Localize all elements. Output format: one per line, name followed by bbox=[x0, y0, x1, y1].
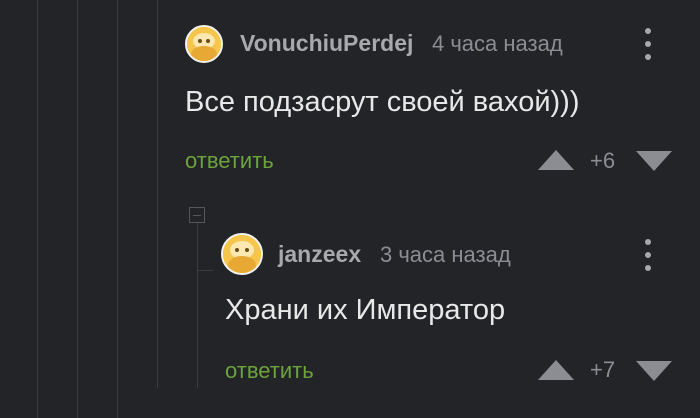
triangle-up-icon[interactable] bbox=[538, 360, 574, 380]
triangle-up-icon[interactable] bbox=[538, 150, 574, 170]
comment-timestamp: 4 часа назад bbox=[432, 31, 563, 56]
comment-text: Храни их Император bbox=[225, 294, 506, 326]
avatar-image bbox=[187, 27, 221, 61]
comment-timestamp: 3 часа назад bbox=[380, 242, 511, 267]
comment-rating: +7 bbox=[590, 357, 616, 382]
avatar[interactable] bbox=[221, 233, 263, 275]
comments-thread: VonuchiuPerdej 4 часа назад Все подзасру… bbox=[0, 0, 700, 418]
reply-branch-line bbox=[197, 270, 213, 271]
minus-square-icon[interactable] bbox=[189, 207, 205, 223]
reply-branch-line bbox=[197, 223, 198, 270]
thread-line bbox=[77, 0, 78, 418]
vertical-ellipsis-icon[interactable] bbox=[637, 26, 659, 62]
vertical-ellipsis-icon[interactable] bbox=[637, 237, 659, 273]
comment-rating: +6 bbox=[590, 148, 616, 173]
comment-author[interactable]: janzeex bbox=[278, 241, 361, 268]
thread-line bbox=[157, 0, 158, 388]
reply-button[interactable]: ответить bbox=[185, 148, 274, 174]
thread-line bbox=[37, 0, 38, 418]
avatar-image bbox=[223, 235, 261, 273]
comment-author[interactable]: VonuchiuPerdej bbox=[240, 30, 413, 57]
thread-line bbox=[197, 270, 198, 388]
comment-text: Все подзасрут своей вахой))) bbox=[185, 86, 580, 118]
triangle-down-icon[interactable] bbox=[636, 361, 672, 381]
thread-line bbox=[117, 0, 118, 418]
avatar[interactable] bbox=[185, 25, 223, 63]
triangle-down-icon[interactable] bbox=[636, 151, 672, 171]
reply-button[interactable]: ответить bbox=[225, 358, 314, 384]
